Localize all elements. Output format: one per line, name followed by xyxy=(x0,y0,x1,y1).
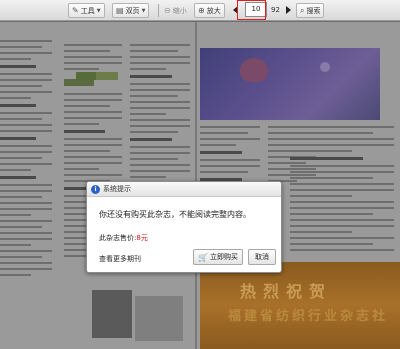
layout-button[interactable]: ▤ 双页 ▼ xyxy=(112,3,150,18)
cart-icon: 🛒 xyxy=(198,252,208,262)
toolbar-divider xyxy=(158,4,159,17)
chevron-down-icon: ▼ xyxy=(141,7,146,14)
zoom-in-icon: ⊕ xyxy=(198,5,205,15)
more-issues-link[interactable]: 查看更多期刊 xyxy=(99,254,141,264)
price-value: 8元 xyxy=(136,234,148,242)
zoom-in-button[interactable]: ⊕ 放大 xyxy=(194,3,225,18)
search-button[interactable]: ⌕ 搜索 xyxy=(296,3,325,18)
zoom-out-label: 缩小 xyxy=(172,6,187,15)
chevron-down-icon: ▼ xyxy=(96,7,101,14)
page-number-highlight xyxy=(237,0,266,20)
zoom-out-button[interactable]: ⊖ 缩小 xyxy=(164,3,187,18)
section-tag xyxy=(96,72,118,80)
text-column xyxy=(0,40,52,280)
article-photo xyxy=(135,296,183,341)
cancel-button[interactable]: 取消 xyxy=(248,249,276,265)
purchase-dialog: i 系统提示 你还没有购买此杂志，不能阅读完整内容。 此杂志售价:8元 查看更多… xyxy=(86,181,282,273)
buy-now-label: 立即购买 xyxy=(209,253,238,261)
total-pages: 92 xyxy=(271,6,280,14)
dialog-title: 系统提示 xyxy=(103,185,131,193)
reader-toolbar: ✎ 工具 ▼ ▤ 双页 ▼ ⊖ 缩小 ⊕ 放大 10 92 ⌕ 搜索 xyxy=(0,0,400,21)
double-page-icon: ▤ xyxy=(116,5,124,15)
article-photo xyxy=(200,48,380,120)
text-column xyxy=(290,126,394,255)
info-icon: i xyxy=(91,184,100,194)
zoom-in-label: 放大 xyxy=(206,6,221,15)
zoom-out-icon: ⊖ xyxy=(164,5,171,15)
tools-label: 工具 xyxy=(80,6,95,15)
dialog-titlebar: i 系统提示 xyxy=(87,182,281,197)
dialog-message: 你还没有购买此杂志，不能阅读完整内容。 xyxy=(99,210,251,219)
article-photo xyxy=(92,290,132,338)
search-label: 搜索 xyxy=(306,6,321,15)
price-line: 此杂志售价:8元 xyxy=(99,233,148,243)
search-icon: ⌕ xyxy=(300,5,305,15)
tools-button[interactable]: ✎ 工具 ▼ xyxy=(68,3,105,18)
banner-text: 热烈祝贺 xyxy=(240,282,333,301)
wrench-icon: ✎ xyxy=(72,5,79,15)
buy-now-button[interactable]: 🛒 立即购买 xyxy=(193,249,243,265)
layout-label: 双页 xyxy=(125,6,140,15)
next-page-button[interactable] xyxy=(286,6,291,14)
section-tag xyxy=(76,72,98,80)
banner-subtext: 福建省纺织行业杂志社 xyxy=(228,309,389,324)
price-label: 此杂志售价: xyxy=(99,234,137,242)
